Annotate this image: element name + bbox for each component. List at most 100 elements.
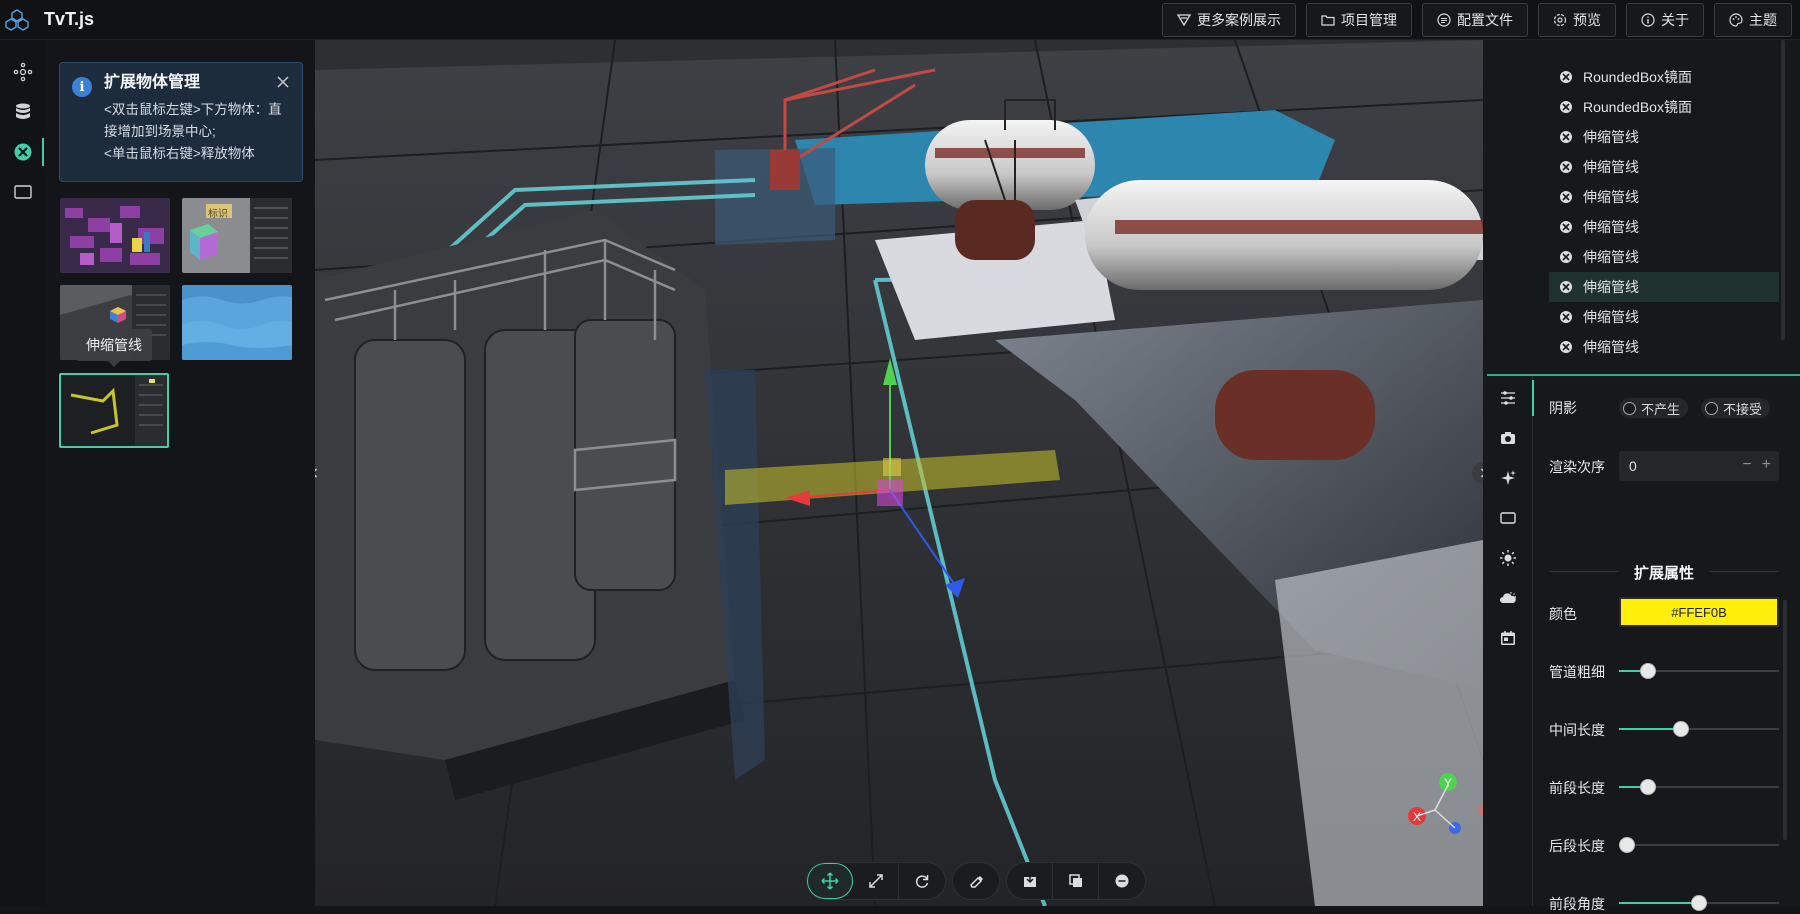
radio-dot	[1705, 401, 1718, 415]
camera-icon[interactable]	[1483, 420, 1533, 456]
render-order-label: 渲染次序	[1549, 459, 1605, 475]
sun-icon[interactable]	[1483, 540, 1533, 576]
minus-icon[interactable]: −	[1742, 456, 1751, 474]
project-management-button[interactable]: 项目管理	[1306, 3, 1412, 37]
config-file-label: 配置文件	[1457, 12, 1513, 28]
config-icon	[1437, 13, 1451, 27]
database-icon[interactable]	[0, 92, 46, 132]
shadow-cast-label: 不产生	[1641, 401, 1681, 417]
middle-length-slider[interactable]	[1619, 721, 1779, 737]
tree-item[interactable]: 伸缩管线	[1549, 182, 1779, 212]
tree-item-label: 伸缩管线	[1583, 249, 1639, 265]
front-angle-slider[interactable]	[1619, 895, 1779, 911]
slider-handle[interactable]	[1639, 663, 1656, 679]
water-thumbnail[interactable]	[182, 285, 292, 360]
more-cases-label: 更多案例展示	[1197, 12, 1281, 28]
tree-item[interactable]: 伸缩管线	[1549, 152, 1779, 182]
back-length-slider[interactable]	[1619, 837, 1779, 853]
theme-label: 主题	[1749, 12, 1777, 28]
tree-scrollbar[interactable]	[1781, 40, 1785, 340]
slider-handle[interactable]	[1619, 837, 1635, 853]
scene-render: X Y	[315, 40, 1483, 906]
config-file-button[interactable]: 配置文件	[1422, 3, 1528, 37]
tree-item-label: 伸缩管线	[1583, 219, 1639, 235]
tree-item[interactable]: RoundedBox镜面	[1549, 92, 1779, 122]
frame-icon[interactable]	[0, 172, 46, 212]
property-tabs	[1483, 376, 1534, 906]
slider-handle[interactable]	[1691, 895, 1707, 911]
slider-handle[interactable]	[1673, 721, 1690, 737]
rotate-button[interactable]	[899, 863, 945, 899]
render-order-input[interactable]: 0 − +	[1619, 451, 1779, 481]
rotate-icon	[915, 875, 929, 888]
app-title: TvT.js	[44, 9, 95, 29]
weather-icon[interactable]	[1483, 580, 1533, 616]
shadow-receive-radio[interactable]: 不接受	[1701, 398, 1771, 418]
eraser-button[interactable]	[953, 863, 999, 899]
3d-viewport[interactable]: X Y	[315, 40, 1483, 906]
tree-item[interactable]: 伸缩管线	[1549, 302, 1779, 332]
remove-button[interactable]	[1099, 863, 1145, 899]
theme-button[interactable]: 主题	[1714, 3, 1792, 37]
preview-button[interactable]: 预览	[1538, 3, 1616, 37]
tree-item-label: 伸缩管线	[1583, 189, 1639, 205]
copy-icon	[1068, 874, 1082, 887]
preview-icon	[1553, 13, 1567, 27]
plus-icon[interactable]: +	[1762, 456, 1771, 474]
shadow-cast-radio[interactable]: 不产生	[1619, 398, 1689, 418]
color-picker[interactable]: #FFEF0B	[1619, 597, 1779, 627]
label-badge: 标识	[208, 209, 228, 220]
shadow-label: 阴影	[1549, 400, 1577, 416]
transform-toolbar	[806, 862, 1146, 900]
render-order-value: 0	[1629, 458, 1637, 474]
pipe-thickness-slider[interactable]	[1619, 663, 1779, 679]
object-icon	[1560, 101, 1572, 113]
slider-label: 中间长度	[1549, 722, 1605, 738]
shadow-receive-label: 不接受	[1723, 401, 1763, 417]
slider-handle[interactable]	[1639, 779, 1656, 795]
tree-item-label: 伸缩管线	[1583, 129, 1639, 145]
object-icon	[1560, 161, 1572, 173]
info-text: <双击鼠标左键>下方物体：直接增加到场景中心; <单击鼠标右键>释放物体	[104, 99, 290, 165]
pipe-thumbnail[interactable]	[59, 373, 169, 448]
tree-item[interactable]: RoundedBox镜面	[1549, 62, 1779, 92]
scene-graph-icon[interactable]	[0, 52, 46, 92]
move-button[interactable]	[807, 863, 853, 899]
city-blocks-thumbnail[interactable]	[60, 198, 170, 273]
left-icon-rail	[0, 40, 46, 906]
calendar-icon[interactable]	[1483, 620, 1533, 656]
close-icon[interactable]	[276, 75, 290, 89]
scale-button[interactable]	[853, 863, 899, 899]
tree-item[interactable]: 伸缩管线	[1549, 212, 1779, 242]
more-cases-button[interactable]: 更多案例展示	[1162, 3, 1296, 37]
remove-icon	[1115, 874, 1129, 888]
tree-item[interactable]: 伸缩管线	[1549, 122, 1779, 152]
object-icon	[1560, 341, 1572, 353]
info-title: 扩展物体管理	[104, 74, 201, 91]
frame-icon[interactable]	[1483, 500, 1533, 536]
tree-item[interactable]: 伸缩管线	[1549, 332, 1779, 362]
top-actions: 更多案例展示 项目管理 配置文件 预览 关于 主题	[1162, 0, 1800, 40]
transform-mode-group	[806, 862, 946, 900]
copy-button[interactable]	[1053, 863, 1099, 899]
tree-item-selected[interactable]: 伸缩管线	[1549, 272, 1779, 302]
tree-item[interactable]: 伸缩管线	[1549, 242, 1779, 272]
stepper-controls: − +	[1742, 456, 1771, 474]
palette-icon	[1729, 13, 1743, 27]
about-button[interactable]: 关于	[1626, 3, 1704, 37]
export-button[interactable]	[1007, 863, 1053, 899]
color-value: #FFEF0B	[1671, 604, 1727, 620]
sparkle-icon[interactable]	[1483, 460, 1533, 496]
showcase-icon	[1177, 14, 1191, 27]
slider-label: 前段长度	[1549, 780, 1605, 796]
label-thumbnail[interactable]: 标识	[182, 198, 292, 273]
info-icon	[1641, 13, 1655, 27]
sliders-icon[interactable]	[1483, 380, 1534, 416]
extension-objects-icon[interactable]	[0, 132, 46, 172]
move-icon	[821, 872, 839, 890]
front-length-slider[interactable]	[1619, 779, 1779, 795]
svg-text:X: X	[1413, 810, 1421, 824]
preview-label: 预览	[1573, 12, 1601, 28]
eraser-icon	[970, 876, 983, 888]
properties-scrollbar[interactable]	[1783, 600, 1787, 840]
